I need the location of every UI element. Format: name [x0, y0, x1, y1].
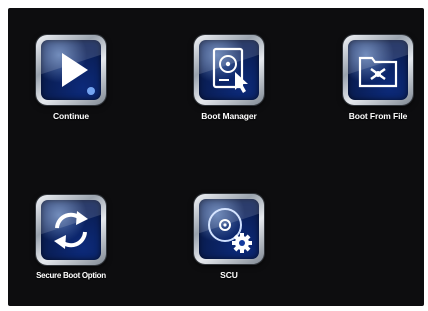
disc-gear-icon	[208, 208, 252, 253]
boot-from-file-tile[interactable]: Boot From File	[336, 35, 420, 121]
boot-from-file-button[interactable]	[343, 35, 413, 105]
secure-boot-option-label: Secure Boot Option	[36, 271, 106, 280]
refresh-arrows-icon	[54, 211, 88, 249]
boot-menu-screen: Continue Boot Manager Boot From File Sec…	[8, 8, 424, 306]
boot-from-file-label: Boot From File	[348, 111, 408, 121]
boot-manager-label: Boot Manager	[201, 111, 257, 121]
play-icon	[62, 53, 95, 95]
secure-boot-option-tile[interactable]: Secure Boot Option	[29, 195, 113, 280]
continue-label: Continue	[52, 111, 90, 121]
folder-icon	[358, 56, 398, 88]
secure-boot-option-button[interactable]	[36, 195, 106, 265]
boot-manager-tile[interactable]: Boot Manager	[187, 35, 271, 121]
continue-tile[interactable]: Continue	[29, 35, 113, 121]
scu-button[interactable]	[194, 194, 264, 264]
scu-label: SCU	[220, 270, 238, 280]
boot-manager-button[interactable]	[194, 35, 264, 105]
disk-cursor-icon	[212, 47, 248, 93]
continue-button[interactable]	[36, 35, 106, 105]
scu-tile[interactable]: SCU	[187, 194, 271, 280]
